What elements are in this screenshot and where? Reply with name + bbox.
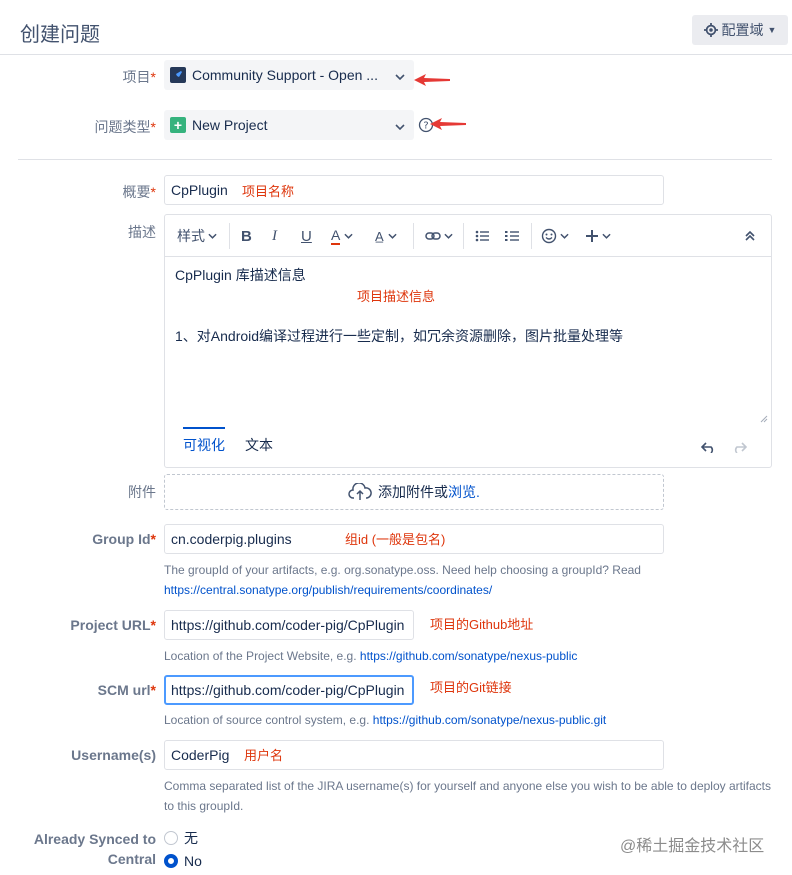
synced-option-no[interactable]: No xyxy=(164,853,202,869)
group-id-annotation: 组id (一般是包名) xyxy=(345,532,446,547)
configure-fields-button[interactable]: 配置域 ▼ xyxy=(692,15,788,45)
watermark: @稀土掘金技术社区 xyxy=(620,838,765,855)
toolbar-separator xyxy=(531,223,532,249)
radio-unchecked[interactable] xyxy=(164,831,178,845)
text-color-icon: A xyxy=(331,227,341,245)
summary-input[interactable]: CpPlugin xyxy=(164,175,664,205)
chevron-down-icon xyxy=(208,233,217,239)
description-line-1: CpPlugin 库描述信息 xyxy=(175,267,306,283)
scm-url-help: Location of source control system, e.g. … xyxy=(164,713,607,727)
editor-content[interactable]: CpPlugin 库描述信息 xyxy=(175,265,306,285)
attachment-dropzone[interactable]: 添加附件或浏览. xyxy=(164,474,664,510)
italic-icon[interactable]: I xyxy=(272,225,277,247)
attachment-label: 附件 xyxy=(128,484,156,500)
underline-icon[interactable]: U xyxy=(301,225,312,247)
clear-format-icon: A̲ xyxy=(375,228,384,244)
chevron-down-icon xyxy=(344,233,353,239)
group-id-help: The groupId of your artifacts, e.g. org.… xyxy=(164,563,641,597)
synced-option-none[interactable]: 无 xyxy=(164,828,198,848)
toolbar-separator xyxy=(463,223,464,249)
synced-label: Already Synced to Central xyxy=(33,831,156,867)
plus-icon xyxy=(586,230,598,242)
project-url-help-link[interactable]: https://github.com/sonatype/nexus-public xyxy=(360,649,577,663)
project-url-input-value: https://github.com/coder-pig/CpPlugin xyxy=(171,617,405,633)
chevron-down-icon xyxy=(394,117,406,133)
tab-visual[interactable]: 可视化 xyxy=(183,427,225,455)
toolbar-separator xyxy=(413,223,414,249)
chevron-down-icon xyxy=(602,233,611,239)
emoji-dropdown[interactable] xyxy=(541,225,569,247)
text-color-dropdown[interactable]: A xyxy=(331,225,353,247)
page-title: 创建问题 xyxy=(20,24,100,46)
username-input-value: CoderPig xyxy=(171,747,230,763)
description-annotation: 项目描述信息 xyxy=(357,289,436,304)
username-input[interactable]: CoderPig xyxy=(164,740,664,770)
attachment-text: 添加附件或 xyxy=(378,484,449,500)
link-dropdown[interactable] xyxy=(425,225,453,247)
description-label: 描述 xyxy=(128,224,156,240)
radio-checked[interactable] xyxy=(164,854,178,868)
chevron-down-icon xyxy=(388,233,397,239)
project-label: 项目* xyxy=(122,69,156,85)
section-divider xyxy=(18,159,772,160)
chevron-down-icon xyxy=(394,67,406,83)
project-select-value: Community Support - Open ... xyxy=(192,67,378,83)
annotation-arrow-icon xyxy=(430,118,466,130)
configure-fields-label: 配置域 xyxy=(721,22,764,38)
insert-more-dropdown[interactable] xyxy=(585,225,611,247)
link-icon xyxy=(425,232,441,240)
toolbar-separator xyxy=(229,223,230,249)
redo-icon[interactable] xyxy=(731,441,747,453)
cloud-upload-icon xyxy=(348,483,372,500)
tab-text[interactable]: 文本 xyxy=(245,435,273,455)
annotation-arrow-icon xyxy=(414,74,450,86)
scm-url-input-value: https://github.com/coder-pig/CpPlugin xyxy=(171,682,405,698)
text-style-dropdown[interactable]: 样式 xyxy=(177,225,217,247)
project-select[interactable]: Community Support - Open ... xyxy=(164,60,414,90)
chevron-down-icon xyxy=(560,233,569,239)
scm-url-help-link[interactable]: https://github.com/sonatype/nexus-public… xyxy=(373,713,606,727)
project-url-label: Project URL* xyxy=(70,617,156,633)
collapse-toolbar-icon[interactable] xyxy=(745,225,755,247)
gear-icon xyxy=(703,23,718,37)
username-help: Comma separated list of the JIRA usernam… xyxy=(164,779,771,813)
project-url-annotation: 项目的Github地址 xyxy=(430,617,534,632)
editor-toolbar: 样式 B I U A A̲ xyxy=(165,215,771,257)
scm-url-label: SCM url* xyxy=(97,682,156,698)
username-label: Username(s) xyxy=(71,747,156,763)
resize-handle-icon[interactable] xyxy=(760,415,768,423)
group-id-input-value: cn.coderpig.plugins xyxy=(171,531,292,547)
description-line-2: 1、对Android编译过程进行一些定制，如冗余资源删除，图片批量处理等 xyxy=(175,328,624,344)
group-id-help-link[interactable]: https://central.sonatype.org/publish/req… xyxy=(164,583,492,597)
bold-icon[interactable]: B xyxy=(241,225,252,247)
summary-annotation: 项目名称 xyxy=(242,184,295,199)
scm-url-input[interactable]: https://github.com/coder-pig/CpPlugin xyxy=(164,675,414,705)
issue-type-select[interactable]: + New Project xyxy=(164,110,414,140)
project-url-help: Location of the Project Website, e.g. ht… xyxy=(164,649,578,663)
browse-link[interactable]: 浏览. xyxy=(448,484,480,500)
emoji-icon xyxy=(541,228,557,244)
issue-type-select-value: New Project xyxy=(192,117,268,133)
summary-label: 概要* xyxy=(122,184,156,200)
editor-mode-tabs: 可视化 文本 xyxy=(165,427,771,467)
group-id-label: Group Id* xyxy=(92,531,156,547)
scm-url-annotation: 项目的Git链接 xyxy=(430,680,512,695)
more-formatting-dropdown[interactable]: A̲ xyxy=(375,225,397,247)
rocket-icon xyxy=(170,67,186,83)
summary-input-value: CpPlugin xyxy=(171,182,228,198)
chevron-down-icon xyxy=(444,233,453,239)
username-annotation: 用户名 xyxy=(244,748,284,763)
description-editor[interactable]: 样式 B I U A A̲ CpPlugin 库描述信息 项目描述信息 1、对A… xyxy=(164,214,772,468)
numbered-list-icon[interactable] xyxy=(505,225,519,247)
header-divider xyxy=(0,54,792,55)
project-url-input[interactable]: https://github.com/coder-pig/CpPlugin xyxy=(164,610,414,640)
plus-square-icon: + xyxy=(170,117,186,133)
issue-type-label: 问题类型* xyxy=(94,119,156,135)
bullet-list-icon[interactable] xyxy=(475,225,489,247)
caret-down-icon: ▼ xyxy=(767,25,777,35)
undo-icon[interactable] xyxy=(701,441,717,453)
